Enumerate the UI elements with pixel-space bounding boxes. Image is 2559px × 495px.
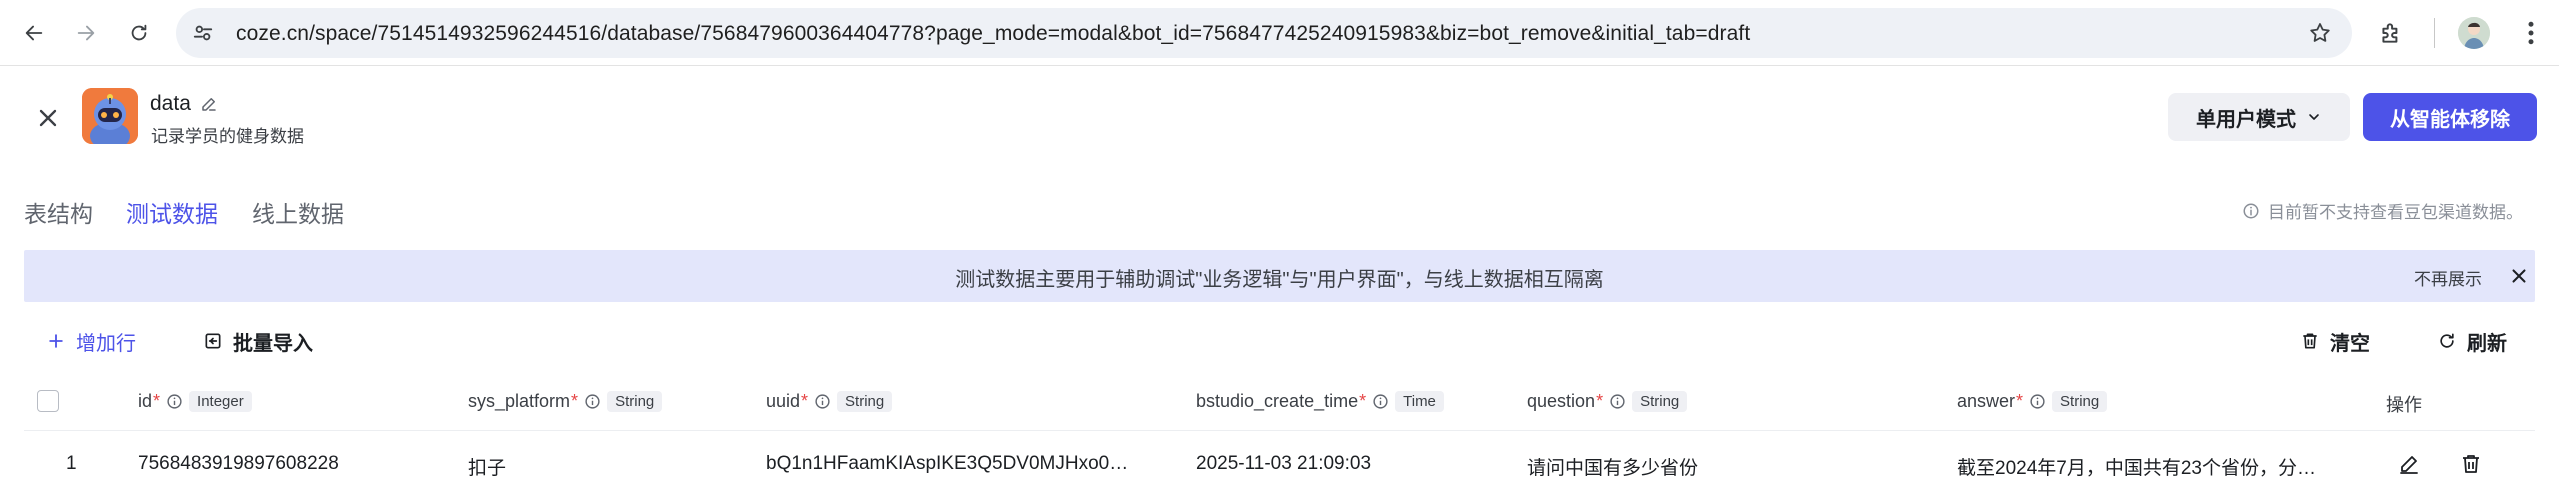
info-icon[interactable]	[584, 393, 601, 410]
cell-question[interactable]: 请问中国有多少省份	[1527, 453, 1937, 480]
column-name: question	[1527, 391, 1596, 411]
cell-bstudio-create-time[interactable]: 2025-11-03 21:09:03	[1196, 453, 1506, 475]
cell-uuid[interactable]: bQ1n1HFaamKIAspIKE3Q5DV0MJHxo0…	[766, 453, 1178, 475]
select-all-checkbox[interactable]	[37, 390, 59, 412]
info-icon[interactable]	[814, 393, 831, 410]
delete-row-icon[interactable]	[2459, 452, 2483, 476]
user-mode-dropdown[interactable]: 单用户模式	[2168, 93, 2350, 141]
remove-from-bot-button[interactable]: 从智能体移除	[2363, 93, 2537, 141]
cell-id[interactable]: 7568483919897608228	[138, 453, 438, 475]
column-name: id	[138, 391, 153, 411]
type-tag: String	[837, 391, 893, 412]
site-settings-icon[interactable]	[192, 22, 214, 44]
edit-row-icon[interactable]	[2397, 452, 2421, 476]
extensions-puzzle-icon[interactable]	[2378, 20, 2404, 46]
type-tag: Integer	[189, 391, 252, 412]
type-tag: String	[1632, 391, 1688, 412]
column-name: sys_platform	[468, 391, 571, 411]
clear-label: 清空	[2330, 332, 2370, 355]
type-tag: String	[607, 391, 663, 412]
back-button[interactable]	[16, 15, 52, 51]
required-mark: *	[801, 391, 809, 411]
batch-import-button[interactable]: 批量导入	[203, 326, 313, 356]
required-mark: *	[2016, 391, 2024, 411]
edit-icon[interactable]	[200, 95, 218, 113]
tab-online-data[interactable]: 线上数据	[252, 195, 344, 229]
browser-menu-icon[interactable]	[2516, 18, 2546, 48]
batch-import-label: 批量导入	[233, 332, 313, 355]
remove-from-bot-label: 从智能体移除	[2390, 108, 2510, 131]
reload-button[interactable]	[121, 15, 157, 51]
bot-name: data	[150, 92, 191, 115]
arrow-right-icon	[77, 25, 95, 41]
toolbar-divider	[2434, 18, 2435, 48]
column-header-uuid: uuid * String	[766, 391, 893, 412]
close-modal-icon[interactable]	[34, 104, 62, 132]
profile-avatar[interactable]	[2458, 17, 2490, 49]
forward-button[interactable]	[68, 15, 104, 51]
required-mark: *	[1596, 391, 1604, 411]
header-divider	[24, 430, 2535, 431]
column-name: uuid	[766, 391, 801, 411]
trash-icon	[2303, 333, 2317, 349]
info-icon[interactable]	[166, 393, 183, 410]
arrow-left-icon	[25, 25, 43, 41]
doubao-notice: 目前暂不支持查看豆包渠道数据。	[2242, 198, 2523, 223]
row-index: 1	[66, 453, 77, 474]
banner-dismiss-link[interactable]: 不再展示	[2414, 265, 2482, 290]
cell-answer[interactable]: 截至2024年7月，中国共有23个省份，分…	[1957, 453, 2367, 480]
column-header-question: question * String	[1527, 391, 1688, 412]
info-icon	[2243, 203, 2259, 218]
plus-icon	[49, 334, 63, 348]
test-data-banner: 测试数据主要用于辅助调试"业务逻辑"与"用户界面"，与线上数据相互隔离 不再展示	[24, 250, 2535, 302]
bot-avatar	[82, 88, 138, 144]
banner-text: 测试数据主要用于辅助调试"业务逻辑"与"用户界面"，与线上数据相互隔离	[955, 269, 1604, 291]
type-tag: Time	[1395, 391, 1444, 412]
address-bar[interactable]: coze.cn/space/7514514932596244516/databa…	[176, 8, 2352, 58]
required-mark: *	[153, 391, 161, 411]
type-tag: String	[2052, 391, 2108, 412]
browser-toolbar: coze.cn/space/7514514932596244516/databa…	[0, 0, 2559, 66]
column-name: bstudio_create_time	[1196, 391, 1359, 411]
bot-description: 记录学员的健身数据	[151, 127, 304, 146]
refresh-button[interactable]: 刷新	[2437, 326, 2507, 356]
add-row-button[interactable]: 增加行	[46, 326, 136, 356]
clear-button[interactable]: 清空	[2300, 326, 2370, 356]
robot-avatar-icon	[82, 88, 138, 144]
user-mode-label: 单用户模式	[2196, 108, 2296, 131]
profile-picture-icon	[2458, 17, 2490, 49]
bookmark-star-icon[interactable]	[2308, 21, 2332, 45]
info-icon[interactable]	[1372, 393, 1389, 410]
column-header-actions: 操作	[2386, 391, 2422, 417]
chevron-down-icon	[2309, 114, 2319, 120]
column-header-sys-platform: sys_platform * String	[468, 391, 663, 412]
info-icon[interactable]	[2029, 393, 2046, 410]
required-mark: *	[571, 391, 579, 411]
refresh-icon	[2440, 333, 2454, 348]
tab-test-data[interactable]: 测试数据	[126, 195, 218, 229]
close-icon[interactable]	[2508, 265, 2530, 287]
doubao-notice-text: 目前暂不支持查看豆包渠道数据。	[2268, 203, 2523, 222]
required-mark: *	[1359, 391, 1367, 411]
column-header-answer: answer * String	[1957, 391, 2108, 412]
refresh-label: 刷新	[2467, 332, 2507, 355]
url-text[interactable]: coze.cn/space/7514514932596244516/databa…	[236, 22, 1750, 46]
add-row-label: 增加行	[76, 332, 136, 355]
info-icon[interactable]	[1609, 393, 1626, 410]
reload-icon	[131, 24, 147, 41]
column-header-bstudio-create-time: bstudio_create_time * Time	[1196, 391, 1444, 412]
column-name: answer	[1957, 391, 2016, 411]
actions-header-label: 操作	[2386, 395, 2422, 415]
import-icon	[205, 333, 221, 349]
column-header-id: id * Integer	[138, 391, 252, 412]
tab-table-structure[interactable]: 表结构	[24, 195, 93, 229]
cell-sys-platform[interactable]: 扣子	[468, 453, 748, 480]
